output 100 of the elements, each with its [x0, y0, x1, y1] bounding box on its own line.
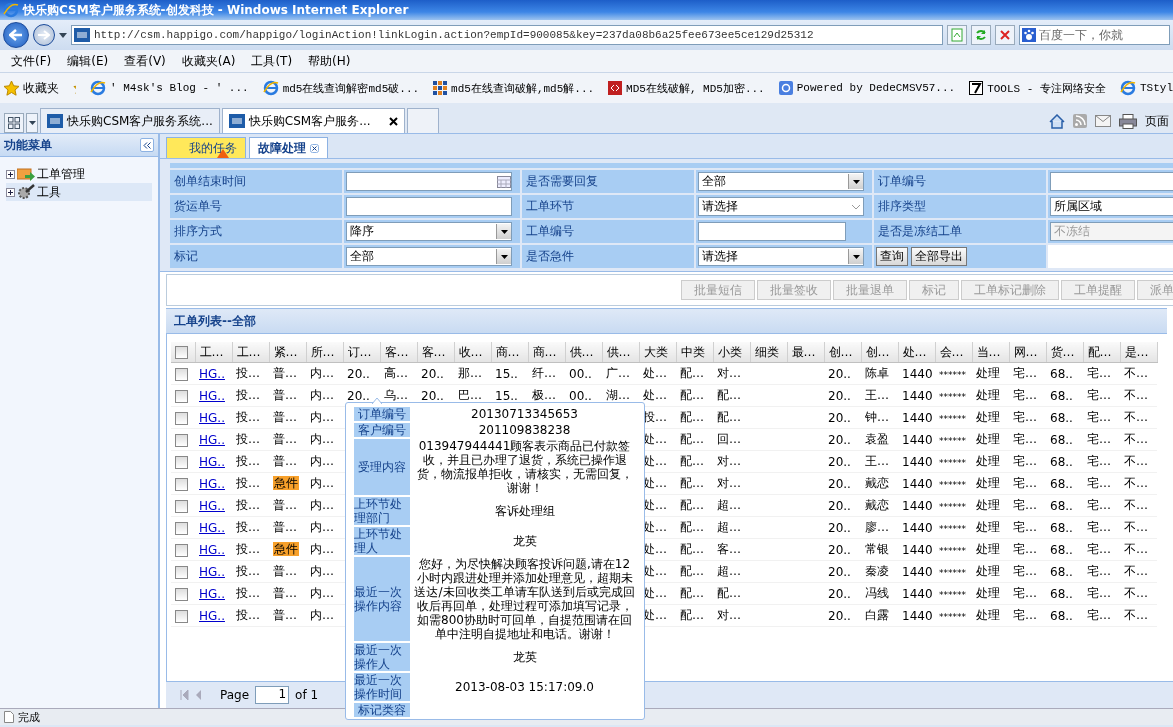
column-header[interactable]: 收…: [454, 342, 491, 363]
order-link[interactable]: HG..: [199, 564, 225, 579]
column-header[interactable]: 会…: [935, 342, 972, 363]
order-link[interactable]: HG..: [199, 432, 225, 447]
home-icon[interactable]: [1049, 113, 1065, 129]
column-header[interactable]: 客…: [380, 342, 417, 363]
column-header[interactable]: 中类: [676, 342, 713, 363]
caret-icon[interactable]: [59, 32, 67, 38]
close-button[interactable]: [995, 25, 1015, 45]
input-field[interactable]: [1050, 172, 1173, 191]
column-header[interactable]: 处…: [898, 342, 935, 363]
order-link[interactable]: HG..: [199, 520, 225, 535]
tree-item[interactable]: 工单管理: [6, 165, 152, 183]
checkbox[interactable]: [175, 499, 188, 513]
tab-list-button[interactable]: [26, 113, 38, 133]
column-header[interactable]: 客…: [417, 342, 454, 363]
address-field[interactable]: http://csm.happigo.com/happigo/loginAction!linkLogin.action?empId=900085&key=237da08b6a25fee673ee5ce129d25312: [71, 25, 943, 45]
column-header[interactable]: 当…: [972, 342, 1009, 363]
order-link[interactable]: HG..: [199, 410, 225, 425]
order-link[interactable]: HG..: [199, 608, 225, 623]
favorites-button[interactable]: 收藏夹: [23, 79, 59, 97]
menu-item[interactable]: 编辑(E): [60, 50, 116, 72]
favorite-link[interactable]: ' M4sk's Blog - ' ...: [90, 80, 249, 96]
column-header[interactable]: 创…: [824, 342, 861, 363]
checkbox[interactable]: [175, 609, 188, 623]
column-header[interactable]: 工…: [195, 342, 232, 363]
order-link[interactable]: HG..: [199, 542, 225, 557]
column-header[interactable]: 供…: [565, 342, 602, 363]
close-icon[interactable]: [310, 143, 319, 153]
column-header[interactable]: 创…: [861, 342, 898, 363]
column-header[interactable]: 配…: [1083, 342, 1120, 363]
checkbox[interactable]: [175, 521, 188, 535]
favorite-link[interactable]: Powered by DedeCMSV57...: [778, 81, 956, 95]
order-link[interactable]: HG..: [199, 454, 225, 469]
order-link[interactable]: HG..: [199, 498, 225, 513]
favorite-link[interactable]: TStyl: [1120, 80, 1173, 96]
column-header[interactable]: 商…: [528, 342, 565, 363]
checkbox[interactable]: [175, 543, 188, 557]
quick-tabs-button[interactable]: [4, 113, 24, 133]
column-header[interactable]: 订…: [343, 342, 380, 363]
favorite-link[interactable]: md5在线查询解密md5破...: [262, 80, 420, 96]
menu-item[interactable]: 查看(V): [117, 50, 173, 72]
dropdown[interactable]: 请选择: [698, 197, 864, 216]
search-field[interactable]: 百度一下，你就: [1019, 25, 1170, 45]
order-link[interactable]: HG..: [199, 476, 225, 491]
order-link[interactable]: HG..: [199, 388, 225, 403]
new-tab-button[interactable]: [406, 108, 439, 133]
checkbox[interactable]: [175, 477, 188, 491]
print-icon[interactable]: [1119, 113, 1137, 129]
checkbox[interactable]: [175, 587, 188, 601]
dropdown[interactable]: 全部: [346, 247, 512, 266]
browser-tab[interactable]: 快乐购CSM客户服务...: [221, 108, 405, 133]
order-link[interactable]: HG..: [199, 366, 225, 381]
collapse-button[interactable]: [140, 138, 154, 152]
column-header[interactable]: 紧…: [269, 342, 306, 363]
input-field[interactable]: [346, 197, 512, 216]
favorite-link[interactable]: TOOLS - 专注网络安全: [969, 80, 1106, 96]
feed-icon[interactable]: [1073, 114, 1087, 128]
checkbox[interactable]: [175, 411, 188, 425]
column-header[interactable]: 是…: [1120, 342, 1157, 363]
compatibility-button[interactable]: [947, 25, 967, 45]
column-header[interactable]: 货…: [1046, 342, 1083, 363]
tree-item[interactable]: 工具: [6, 183, 152, 201]
mail-icon[interactable]: [1095, 115, 1111, 127]
form-button[interactable]: 查询: [876, 247, 908, 266]
form-button[interactable]: 全部导出: [911, 247, 967, 266]
column-header[interactable]: 所…: [306, 342, 343, 363]
checkbox[interactable]: [175, 565, 188, 579]
forward-button[interactable]: [33, 24, 55, 46]
checkbox[interactable]: [175, 433, 188, 447]
column-header[interactable]: 最…: [787, 342, 824, 363]
column-header[interactable]: 商…: [491, 342, 528, 363]
previous-page-icon[interactable]: [195, 690, 202, 700]
dropdown[interactable]: 降序: [346, 222, 512, 241]
close-icon[interactable]: [388, 116, 398, 126]
menu-item[interactable]: 文件(F): [4, 50, 59, 72]
column-header[interactable]: 网…: [1009, 342, 1046, 363]
dropdown[interactable]: 请选择: [698, 247, 864, 266]
plus-box-icon[interactable]: [6, 169, 15, 179]
order-link[interactable]: HG..: [199, 586, 225, 601]
checkbox[interactable]: [175, 455, 188, 469]
back-button[interactable]: [3, 22, 29, 48]
column-header[interactable]: 大类: [639, 342, 676, 363]
favorite-link[interactable]: MD5在线破解, MD5加密...: [608, 80, 765, 96]
menu-item[interactable]: 帮助(H): [301, 50, 358, 72]
browser-tab[interactable]: 快乐购CSM客户服务系统...: [40, 108, 220, 133]
plus-box-icon[interactable]: [6, 187, 15, 197]
input-field[interactable]: [698, 222, 846, 241]
tab[interactable]: 故障处理: [249, 137, 328, 158]
checkbox[interactable]: [175, 367, 188, 381]
checkbox[interactable]: [175, 346, 188, 359]
column-header[interactable]: 小类: [713, 342, 750, 363]
column-header[interactable]: 细类: [750, 342, 787, 363]
page-field[interactable]: 1: [255, 686, 290, 704]
menu-item[interactable]: 收藏夹(A): [174, 50, 243, 72]
input-field[interactable]: 所属区域: [1050, 197, 1173, 216]
dropdown[interactable]: 全部: [698, 172, 864, 191]
date-field[interactable]: [346, 172, 512, 191]
column-header[interactable]: 供…: [602, 342, 639, 363]
page-menu[interactable]: 页面: [1145, 112, 1169, 130]
